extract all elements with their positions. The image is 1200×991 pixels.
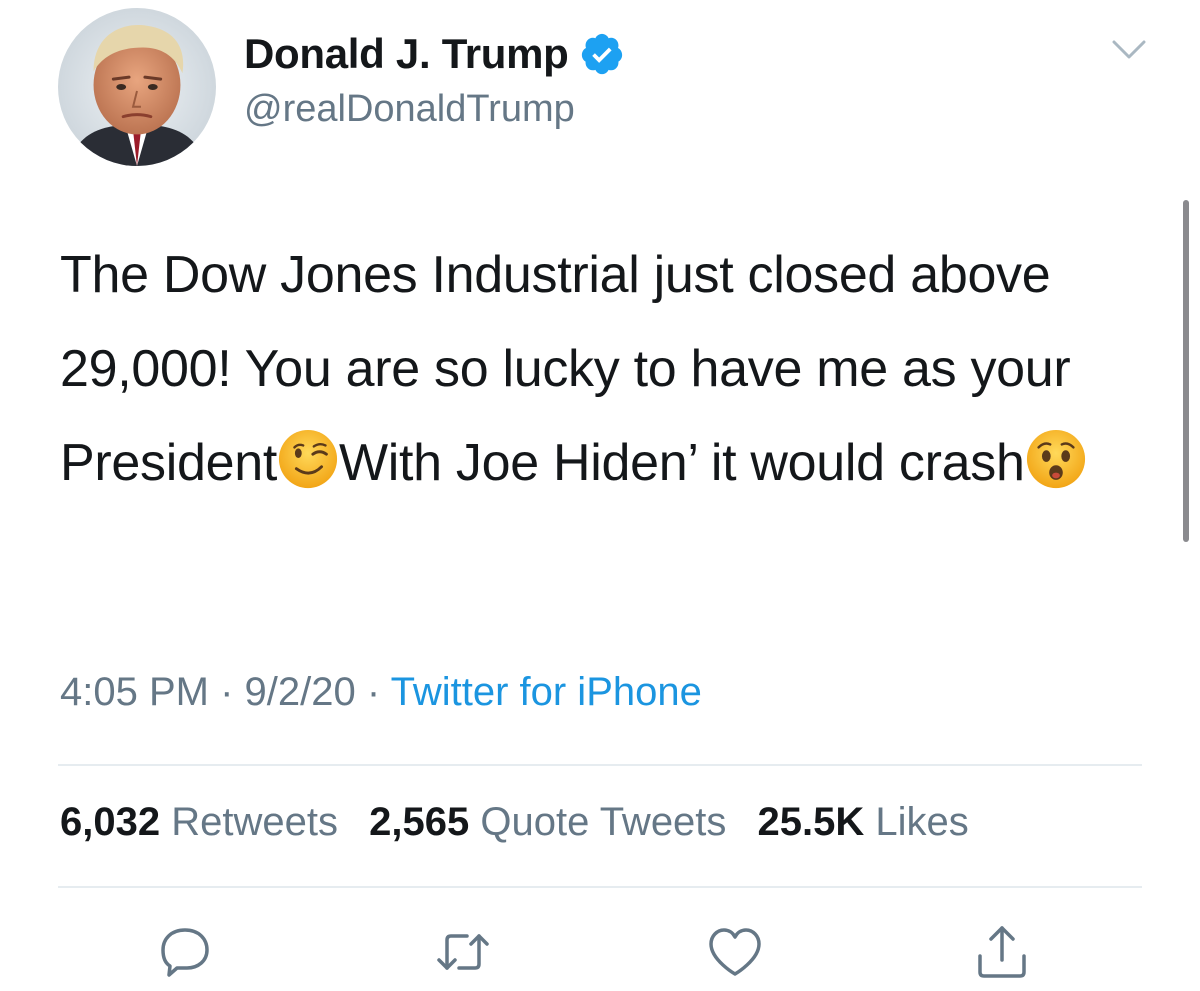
profile-photo <box>58 8 216 166</box>
winking-face-emoji <box>278 429 338 489</box>
divider <box>58 764 1142 766</box>
tweet-meta: 4:05 PM · 9/2/20 · Twitter for iPhone <box>60 670 702 715</box>
meta-separator: · <box>220 670 234 714</box>
avatar[interactable] <box>58 8 216 166</box>
tweet-date[interactable]: 9/2/20 <box>245 670 356 714</box>
likes-label: Likes <box>875 800 969 844</box>
quote-tweets-stat[interactable]: 2,565 Quote Tweets <box>369 800 726 844</box>
likes-stat[interactable]: 25.5K Likes <box>758 800 969 844</box>
likes-count: 25.5K <box>757 800 865 844</box>
retweets-stat[interactable]: 6,032 Retweets <box>60 800 338 844</box>
tweet-text: The Dow Jones Industrial just closed abo… <box>60 228 1160 510</box>
tweet-text-part-2: With Joe Hiden’ it would crash <box>338 434 1025 492</box>
retweets-count: 6,032 <box>60 800 161 844</box>
action-bar <box>0 922 1200 982</box>
user-handle[interactable]: @realDonaldTrump <box>244 88 575 131</box>
tweet-time[interactable]: 4:05 PM <box>60 670 209 714</box>
share-icon[interactable] <box>972 922 1032 982</box>
tweet-source-link[interactable]: Twitter for iPhone <box>391 670 702 714</box>
hushed-face-emoji <box>1026 429 1085 489</box>
meta-separator: · <box>366 670 381 714</box>
retweet-icon[interactable] <box>433 922 493 982</box>
chevron-down-icon[interactable] <box>1110 36 1148 64</box>
display-name[interactable]: Donald J. Trump <box>244 30 569 78</box>
verified-badge-icon <box>581 33 622 75</box>
quote-tweets-count: 2,565 <box>369 800 470 844</box>
like-icon[interactable] <box>705 922 765 982</box>
divider <box>58 886 1142 888</box>
retweets-label: Retweets <box>171 800 338 844</box>
tweet-stats: 6,032 Retweets 2,565 Quote Tweets 25.5K … <box>60 800 989 845</box>
scrollbar[interactable] <box>1183 200 1189 542</box>
quote-tweets-label: Quote Tweets <box>480 800 727 844</box>
reply-icon[interactable] <box>155 922 215 982</box>
display-name-row[interactable]: Donald J. Trump <box>244 26 625 82</box>
